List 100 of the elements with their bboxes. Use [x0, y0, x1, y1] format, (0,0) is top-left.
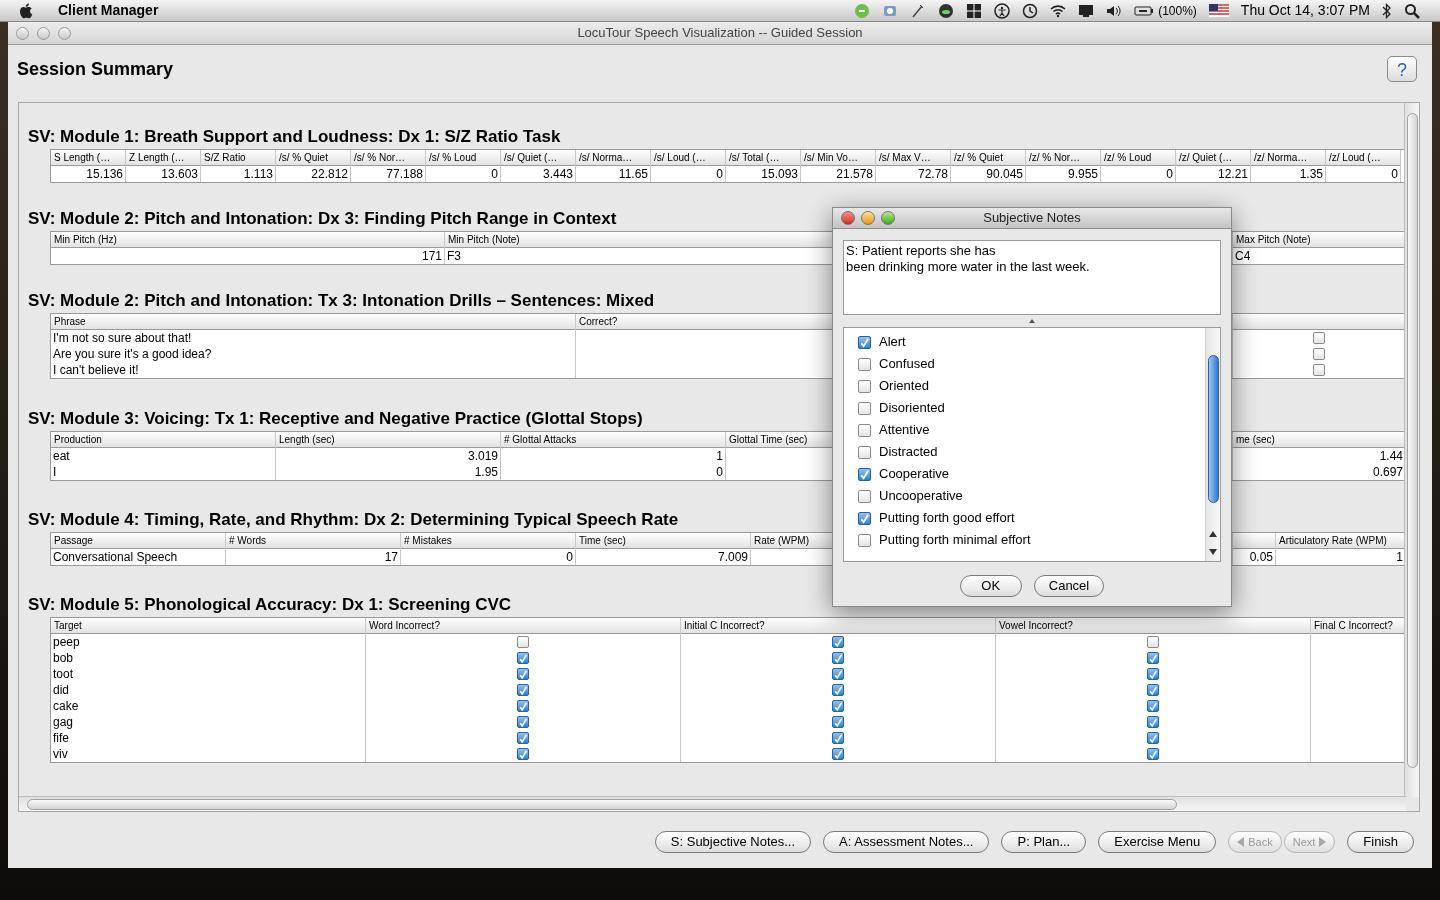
column-header[interactable]: # Glottal Attacks — [501, 432, 725, 448]
apple-menu-icon[interactable] — [20, 2, 34, 19]
checkbox[interactable] — [858, 467, 871, 481]
checkbox[interactable] — [832, 748, 844, 760]
column-header[interactable]: Length (sec) — [276, 432, 500, 448]
column-header[interactable]: /z/ Quiet (… — [1176, 150, 1250, 166]
bluetooth-icon[interactable] — [1382, 2, 1392, 19]
checkbox[interactable] — [858, 533, 871, 547]
column-header[interactable]: /z/ Loud (… — [1326, 150, 1400, 166]
dialog-button[interactable]: OK — [959, 575, 1022, 597]
checkbox[interactable] — [1147, 732, 1159, 744]
column-header[interactable]: Phrase — [51, 314, 575, 330]
column-header[interactable] — [1233, 533, 1275, 549]
column-header[interactable]: Z Length (… — [126, 150, 200, 166]
column-header[interactable]: Production — [51, 432, 275, 448]
checkbox[interactable] — [832, 636, 844, 648]
action-button[interactable]: A: Assessment Notes... — [823, 831, 990, 853]
flag-icon[interactable] — [1208, 4, 1229, 17]
checkbox[interactable] — [1147, 716, 1159, 728]
vertical-scrollbar[interactable] — [1404, 103, 1419, 797]
column-header[interactable]: Passage — [51, 533, 225, 549]
checkbox[interactable] — [858, 511, 871, 525]
scroll-thumb[interactable] — [1208, 355, 1219, 503]
checkbox[interactable] — [858, 335, 871, 349]
scroll-down-arrow-icon[interactable] — [1209, 549, 1217, 555]
action-button[interactable]: P: Plan... — [1001, 831, 1087, 853]
dialog-minimize-button[interactable] — [861, 211, 875, 225]
checkbox[interactable] — [832, 716, 844, 728]
column-header[interactable]: Vowel Incorrect? — [996, 618, 1310, 634]
column-header[interactable]: # Mistakes — [401, 533, 575, 549]
action-button[interactable]: S: Subjective Notes... — [654, 831, 812, 853]
column-header[interactable]: /z/ % Nor… — [1026, 150, 1100, 166]
column-header[interactable]: Max Pitch (Note) — [1233, 232, 1404, 248]
wifi-icon[interactable] — [1050, 2, 1067, 19]
column-header[interactable]: S/Z Ratio — [201, 150, 275, 166]
column-header[interactable]: Initial C Incorrect? — [681, 618, 995, 634]
column-header[interactable]: Word Incorrect? — [366, 618, 680, 634]
column-header[interactable]: /s/ Min Vo… — [801, 150, 875, 166]
menubar-clock[interactable]: Thu Oct 14, 3:07 PM — [1240, 0, 1370, 21]
display-icon[interactable] — [1078, 2, 1095, 19]
app-menu-title[interactable]: Client Manager — [58, 0, 159, 21]
checkbox[interactable] — [858, 401, 871, 415]
column-header[interactable]: Glottal Time (sec) — [726, 432, 832, 448]
column-header[interactable]: Correct? — [576, 314, 832, 330]
column-header[interactable]: Articulatory Rate (WPM) — [1276, 533, 1404, 549]
checkbox[interactable] — [858, 489, 871, 503]
checkbox[interactable] — [832, 732, 844, 744]
checkbox[interactable] — [1313, 332, 1325, 344]
checkbox[interactable] — [1147, 684, 1159, 696]
checkbox[interactable] — [832, 668, 844, 680]
checkbox[interactable] — [517, 636, 529, 648]
column-header[interactable]: /s/ Norma… — [576, 150, 650, 166]
column-header[interactable]: /s/ Total (… — [726, 150, 800, 166]
checkbox[interactable] — [1313, 364, 1325, 376]
accessibility-icon[interactable] — [994, 2, 1011, 19]
checkbox[interactable] — [858, 357, 871, 371]
column-header[interactable]: /z/ % Quiet — [951, 150, 1025, 166]
dialog-button[interactable]: Cancel — [1033, 575, 1105, 597]
checkbox[interactable] — [517, 668, 529, 680]
column-header[interactable]: # Words — [226, 533, 400, 549]
split-grip-icon[interactable] — [1029, 319, 1035, 323]
dialog-close-button[interactable] — [841, 211, 855, 225]
grid-icon[interactable] — [966, 2, 983, 19]
checkbox[interactable] — [1147, 652, 1159, 664]
column-header[interactable]: /s/ Quiet (… — [501, 150, 575, 166]
column-header[interactable]: Final C Incorrect? — [1311, 618, 1404, 634]
action-button[interactable]: Finish — [1347, 831, 1414, 853]
checkbox[interactable] — [1147, 668, 1159, 680]
checkbox[interactable] — [1147, 636, 1159, 648]
column-header[interactable]: Target — [51, 618, 365, 634]
dark-circle-icon[interactable] — [938, 2, 955, 19]
checkbox[interactable] — [1147, 700, 1159, 712]
checkbox[interactable] — [832, 700, 844, 712]
checkbox[interactable] — [858, 379, 871, 393]
column-header[interactable]: Min Pitch (Hz) — [51, 232, 444, 248]
column-header[interactable]: S Length (… — [51, 150, 125, 166]
column-header[interactable]: /s/ % Quiet — [276, 150, 350, 166]
column-header[interactable]: /z/ % Loud — [1101, 150, 1175, 166]
column-header[interactable]: Time (sec) — [576, 533, 750, 549]
column-header[interactable]: Min Pitch (Note) — [445, 232, 832, 248]
checkbox[interactable] — [832, 684, 844, 696]
checkbox[interactable] — [517, 716, 529, 728]
column-header[interactable]: /s/ % Nor… — [351, 150, 425, 166]
notes-field[interactable]: S: Patient reports she has been drinking more water in the last week. — [843, 240, 1221, 315]
column-header[interactable]: Rate (WPM) — [751, 533, 832, 549]
scroll-thumb[interactable] — [27, 799, 1177, 810]
column-header[interactable]: /s/ Max V… — [876, 150, 950, 166]
horizontal-scrollbar[interactable] — [19, 796, 1406, 811]
checkbox[interactable] — [1147, 748, 1159, 760]
scroll-thumb[interactable] — [1407, 113, 1418, 768]
checkbox[interactable] — [517, 652, 529, 664]
column-header[interactable]: /s/ % Loud — [426, 150, 500, 166]
column-header[interactable]: /z/ Norma… — [1251, 150, 1325, 166]
list-scrollbar[interactable] — [1205, 328, 1220, 561]
checkbox[interactable] — [517, 700, 529, 712]
checkbox[interactable] — [517, 748, 529, 760]
dialog-zoom-button[interactable] — [881, 211, 895, 225]
column-header[interactable]: /s/ Loud (… — [651, 150, 725, 166]
checkbox[interactable] — [858, 445, 871, 459]
clock-icon[interactable] — [1022, 2, 1039, 19]
